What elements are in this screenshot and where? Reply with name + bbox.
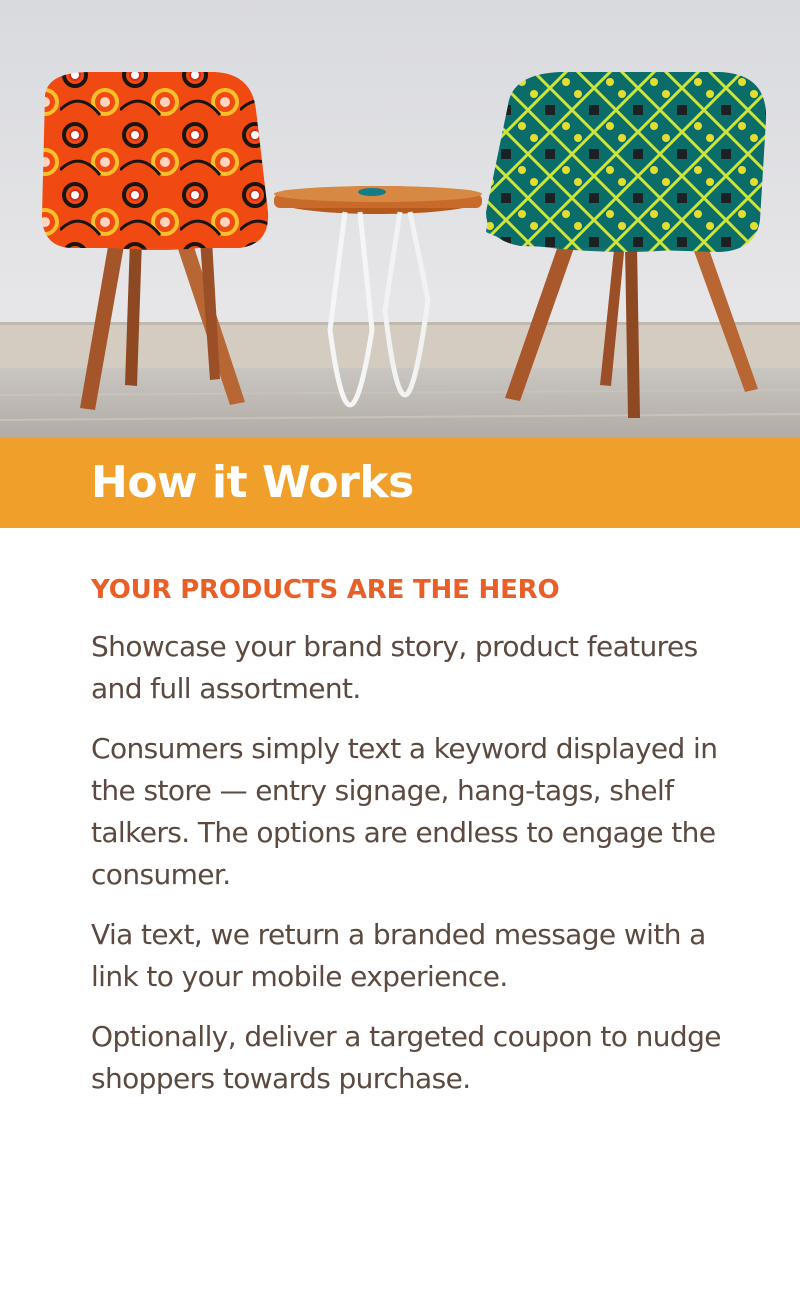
page-title: How it Works bbox=[91, 457, 414, 508]
content-section: YOUR PRODUCTS ARE THE HERO Showcase your… bbox=[91, 572, 731, 1118]
paragraph-keyword: Consumers simply text a keyword displaye… bbox=[91, 732, 718, 891]
title-banner: How it Works bbox=[0, 438, 800, 528]
hero-image bbox=[0, 0, 800, 438]
paragraph-showcase: Showcase your brand story, product featu… bbox=[91, 630, 698, 705]
paragraph-coupon: Optionally, deliver a targeted coupon to… bbox=[91, 1020, 722, 1095]
paragraph-via-text: Via text, we return a branded message wi… bbox=[91, 918, 706, 993]
section-heading: YOUR PRODUCTS ARE THE HERO bbox=[91, 575, 560, 605]
